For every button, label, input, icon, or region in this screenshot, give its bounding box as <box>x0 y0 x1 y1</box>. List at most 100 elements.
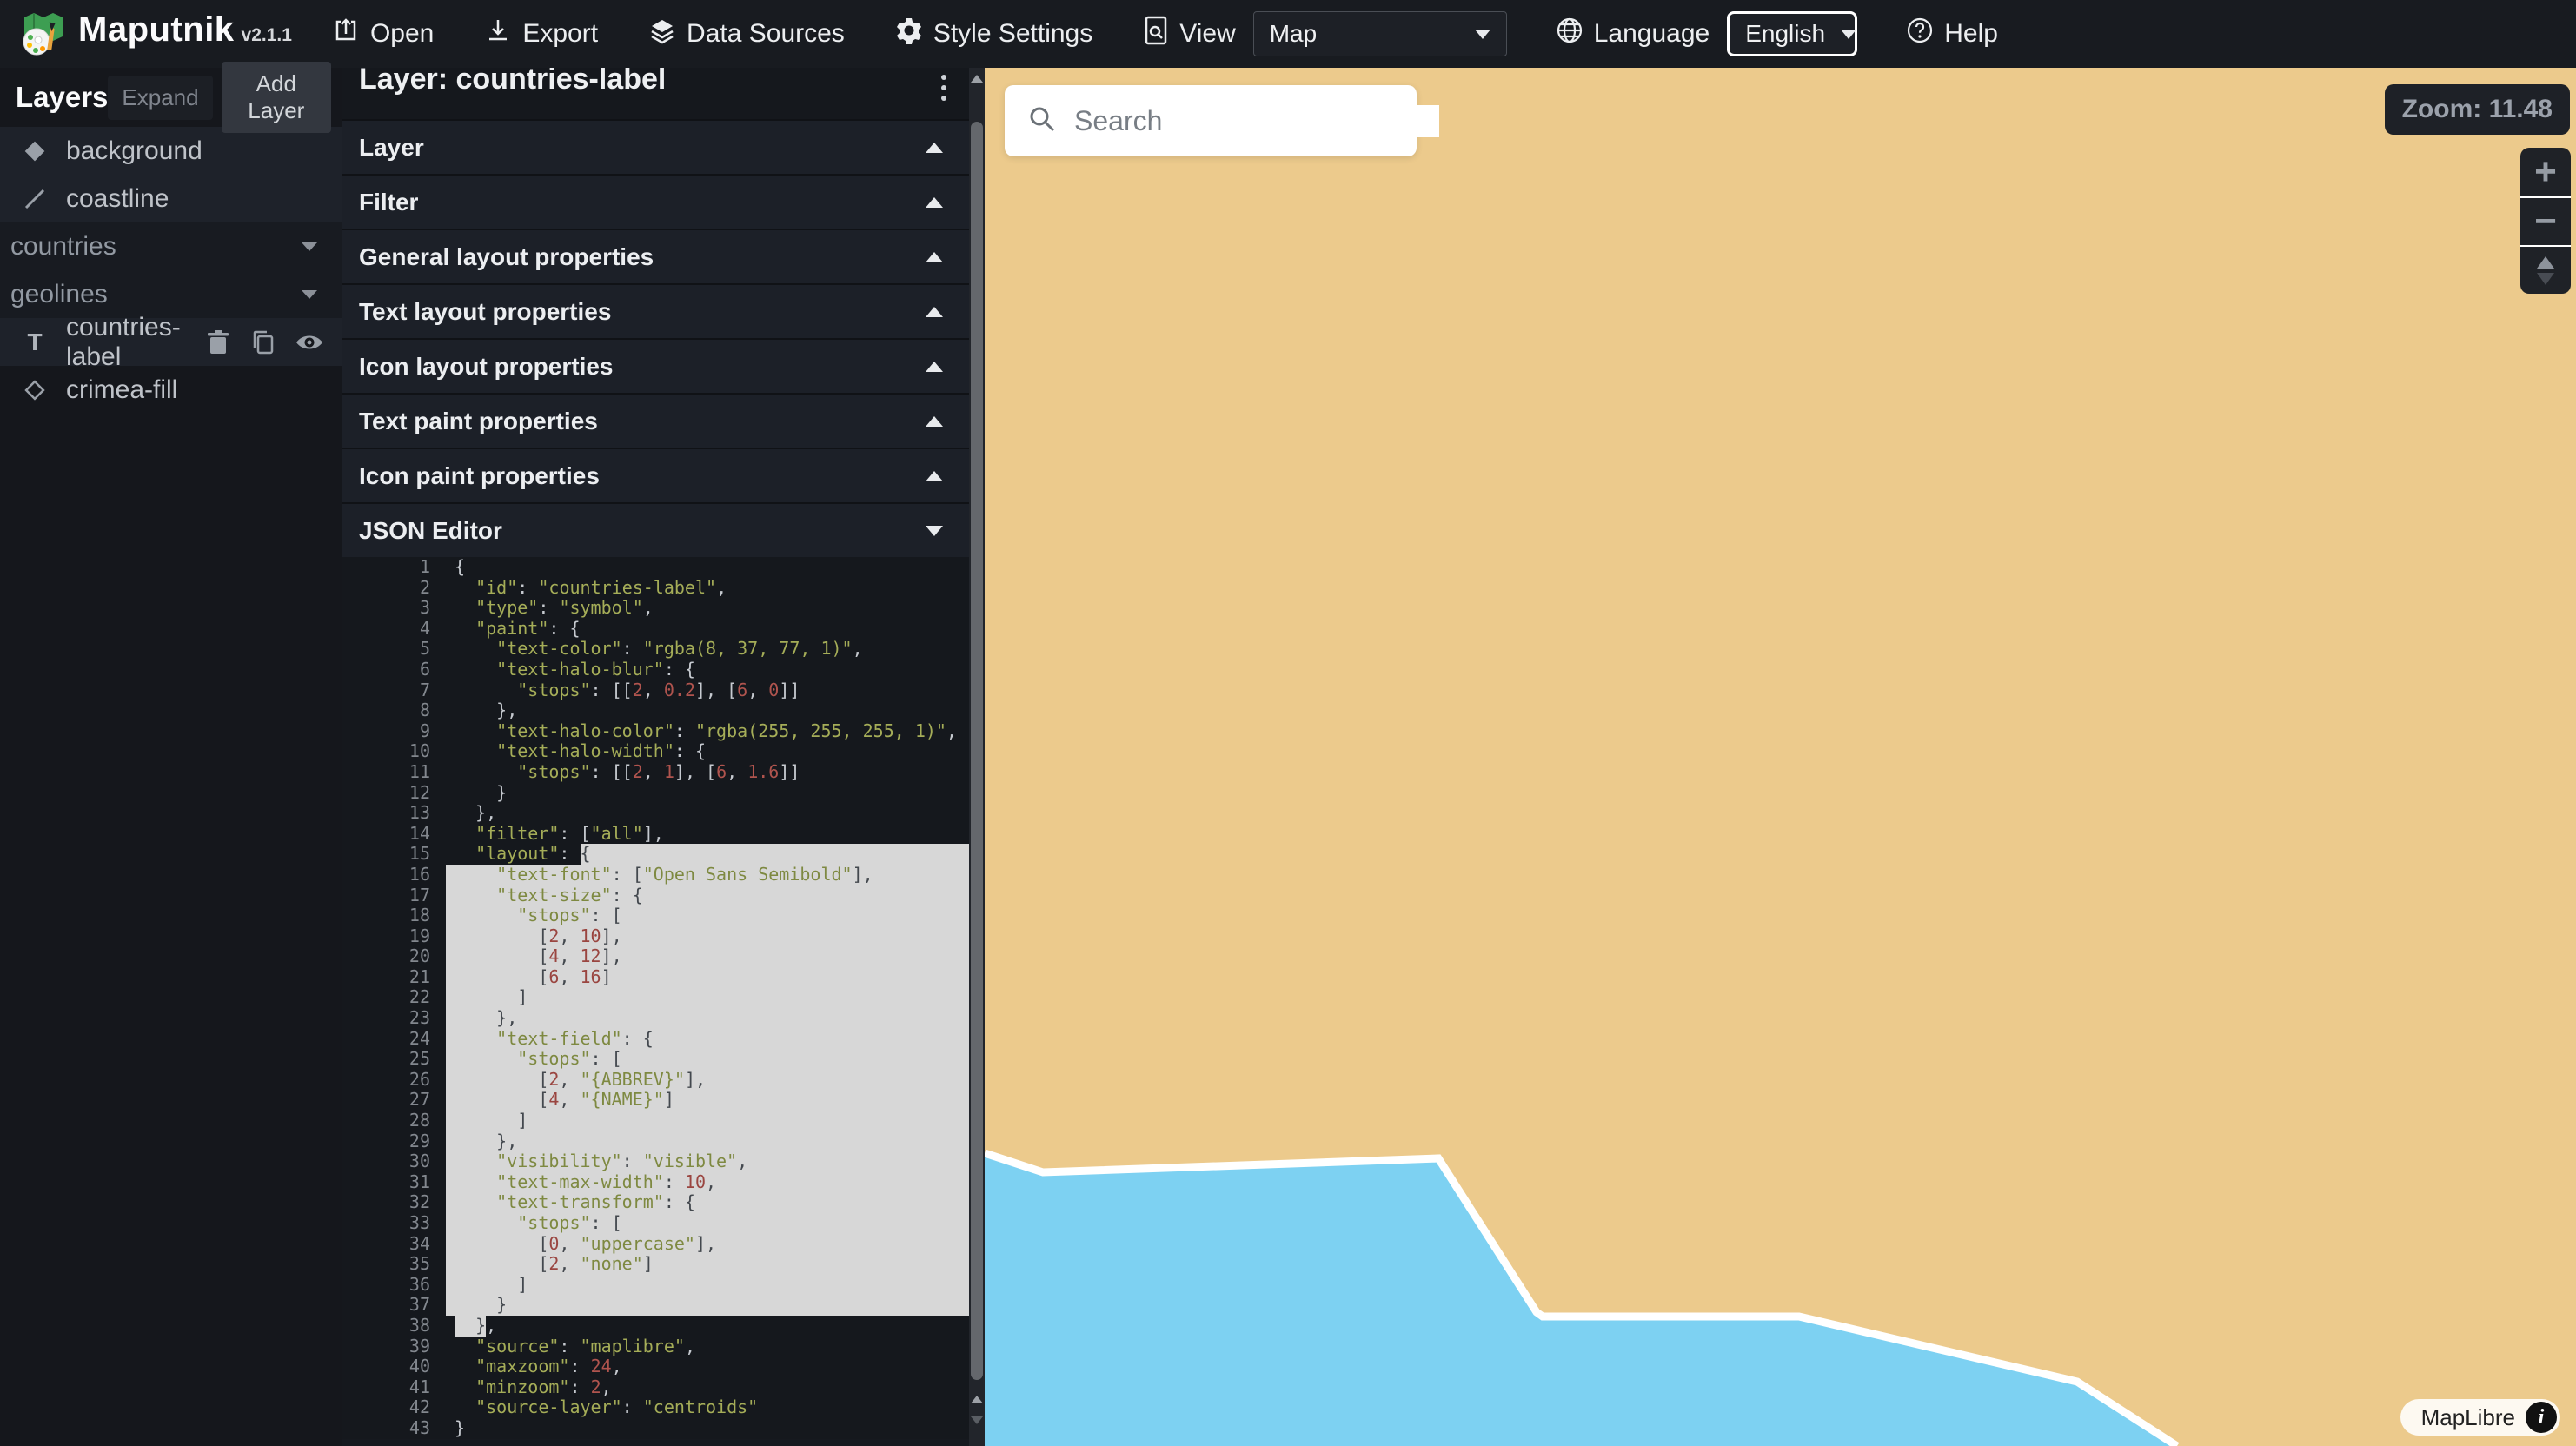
add-layer-button[interactable]: Add Layer <box>222 62 331 133</box>
code-line: 34 [0, "uppercase"], <box>342 1234 969 1255</box>
sidebar-item-crimea-fill[interactable]: crimea-fill <box>0 366 342 414</box>
expand-button[interactable]: Expand <box>108 76 212 120</box>
section-json-editor[interactable]: JSON Editor <box>342 502 969 557</box>
data-sources-button[interactable]: Data Sources <box>648 17 845 51</box>
section-general-layout-properties[interactable]: General layout properties <box>342 229 969 283</box>
view-select[interactable]: Map <box>1253 11 1507 56</box>
line-number: 38 <box>342 1316 446 1337</box>
attribution-link[interactable]: MapLibre <box>2421 1404 2515 1431</box>
sidebar-item-countries-label[interactable]: Tcountries-label <box>0 318 342 366</box>
help-icon <box>1906 17 1934 51</box>
toolbar-menu: Open Export Data Sources <box>332 11 2048 56</box>
code-line: 15 "layout": { <box>342 844 969 865</box>
export-button[interactable]: Export <box>484 17 598 51</box>
code-line: 43} <box>342 1418 969 1439</box>
property-sections: LayerFilterGeneral layout propertiesText… <box>342 119 969 557</box>
line-number: 2 <box>342 578 446 599</box>
line-number: 21 <box>342 967 446 988</box>
line-number: 6 <box>342 660 446 680</box>
code-line: 35 [2, "none"] <box>342 1254 969 1275</box>
zoom-out-button[interactable]: − <box>2520 196 2571 245</box>
line-number: 14 <box>342 824 446 845</box>
code-line: 6 "text-halo-blur": { <box>342 660 969 680</box>
line-number: 40 <box>342 1356 446 1377</box>
app-version: v2.1.1 <box>242 25 292 46</box>
panel-scrollbar[interactable] <box>969 68 985 1446</box>
code-line: 21 [6, 16] <box>342 967 969 988</box>
scroll-up-arrow-icon[interactable] <box>971 1396 983 1403</box>
line-number: 13 <box>342 803 446 824</box>
info-icon[interactable]: i <box>2526 1402 2557 1433</box>
code-line: 33 "stops": [ <box>342 1213 969 1234</box>
line-number: 29 <box>342 1131 446 1152</box>
caret-up-icon <box>926 471 943 481</box>
plus-icon: + <box>2534 153 2557 191</box>
code-line: 28 ] <box>342 1111 969 1131</box>
scrollbar-thumb[interactable] <box>971 122 983 1380</box>
section-icon-paint-properties[interactable]: Icon paint properties <box>342 448 969 502</box>
chevron-down-icon[interactable] <box>302 290 317 299</box>
section-filter[interactable]: Filter <box>342 174 969 229</box>
layer-group-countries[interactable]: countries <box>0 222 342 270</box>
panel-title: Layer: countries-label <box>359 68 941 96</box>
view-button[interactable]: View <box>1143 16 1235 52</box>
layer-group-geolines[interactable]: geolines <box>0 270 342 318</box>
line-number: 16 <box>342 865 446 886</box>
scroll-up-arrow-icon[interactable] <box>971 75 983 83</box>
code-line: 37 } <box>342 1295 969 1316</box>
chevron-down-icon <box>1475 30 1490 39</box>
code-line: 14 "filter": ["all"], <box>342 824 969 845</box>
code-line: 31 "text-max-width": 10, <box>342 1172 969 1193</box>
code-line: 36 ] <box>342 1275 969 1296</box>
section-text-paint-properties[interactable]: Text paint properties <box>342 393 969 448</box>
help-button[interactable]: Help <box>1906 17 1998 51</box>
line-number: 27 <box>342 1090 446 1111</box>
line-number: 4 <box>342 619 446 640</box>
eye-icon[interactable] <box>295 331 324 354</box>
trash-icon[interactable] <box>206 329 230 355</box>
code-line: 41 "minzoom": 2, <box>342 1377 969 1398</box>
line-number: 17 <box>342 886 446 906</box>
line-number: 10 <box>342 741 446 762</box>
maputnik-logo <box>19 10 66 57</box>
section-text-layout-properties[interactable]: Text layout properties <box>342 283 969 338</box>
section-layer[interactable]: Layer <box>342 119 969 174</box>
line-number: 24 <box>342 1029 446 1050</box>
sidebar-item-background[interactable]: background <box>0 127 342 175</box>
line-number: 12 <box>342 783 446 804</box>
symbol-icon: T <box>19 328 50 356</box>
panel-title-row: Layer: countries-label <box>342 68 969 119</box>
chevron-down-icon[interactable] <box>302 242 317 251</box>
line-number: 36 <box>342 1275 446 1296</box>
section-icon-layout-properties[interactable]: Icon layout properties <box>342 338 969 393</box>
sidebar-item-coastline[interactable]: coastline <box>0 175 342 222</box>
code-line: 17 "text-size": { <box>342 886 969 906</box>
json-editor[interactable]: 1{2 "id": "countries-label",3 "type": "s… <box>342 557 969 1439</box>
code-line: 26 [2, "{ABBREV}"], <box>342 1070 969 1091</box>
code-line: 38 }, <box>342 1316 969 1337</box>
app-title: Maputnik <box>78 10 235 50</box>
code-line: 2 "id": "countries-label", <box>342 578 969 599</box>
code-line: 24 "text-field": { <box>342 1029 969 1050</box>
fill-outline-icon <box>19 377 50 403</box>
minus-icon: − <box>2534 202 2557 241</box>
kebab-menu-icon[interactable] <box>941 75 946 101</box>
style-settings-button[interactable]: Style Settings <box>895 17 1092 51</box>
code-line: 32 "text-transform": { <box>342 1192 969 1213</box>
zoom-indicator: Zoom: 11.48 <box>2385 84 2570 135</box>
scroll-down-arrow-icon[interactable] <box>971 1416 983 1424</box>
line-number: 37 <box>342 1295 446 1316</box>
code-line: 23 }, <box>342 1008 969 1029</box>
language-select[interactable]: English <box>1727 11 1857 56</box>
chevron-down-icon <box>1841 30 1856 39</box>
map-canvas[interactable]: Zoom: 11.48 + − MapLibre i <box>985 68 2576 1446</box>
code-line: 18 "stops": [ <box>342 905 969 926</box>
compass-button[interactable] <box>2520 245 2571 294</box>
open-button[interactable]: Open <box>332 17 434 51</box>
zoom-in-button[interactable]: + <box>2520 148 2571 196</box>
code-line: 16 "text-font": ["Open Sans Semibold"], <box>342 865 969 886</box>
code-line: 5 "text-color": "rgba(8, 37, 77, 1)", <box>342 639 969 660</box>
search-input[interactable] <box>1074 105 1439 137</box>
duplicate-icon[interactable] <box>249 329 276 355</box>
code-line: 11 "stops": [[2, 1], [6, 1.6]] <box>342 762 969 783</box>
